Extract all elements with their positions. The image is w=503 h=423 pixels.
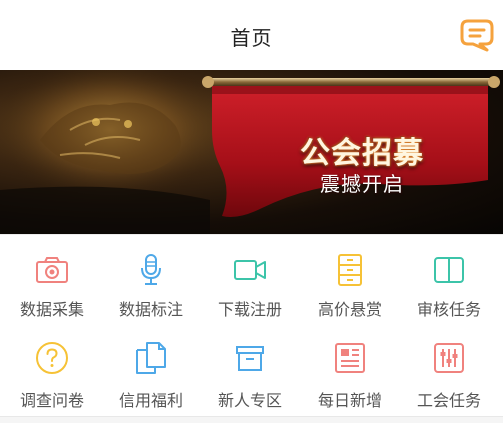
box-icon (236, 346, 264, 371)
section-gap (0, 417, 503, 423)
message-button[interactable] (459, 18, 495, 52)
menu-item-label: 新人专区 (217, 391, 282, 410)
banner-title: 公会招募 (300, 136, 424, 171)
question-icon (36, 342, 68, 374)
feature-menu-grid: 数据采集 数据标注 下载注册 高价悬赏 审核任务 调查问卷 信用福利 新人专区 … (0, 234, 503, 416)
chat-bubble-icon (460, 19, 494, 52)
menu-item-survey[interactable]: 调查问卷 (2, 235, 102, 410)
newspaper-icon (335, 343, 365, 373)
banner-subtitle: 震撼开启 (320, 172, 404, 196)
menu-item-guild-task[interactable]: 工会任务 (399, 235, 499, 410)
menu-item-label: 调查问卷 (19, 391, 84, 410)
documents-icon (136, 342, 166, 374)
menu-item-label: 每日新增 (317, 391, 382, 410)
top-header: 首页 (0, 0, 503, 70)
guild-recruit-banner[interactable]: 公会招募 震撼开启 (0, 70, 503, 234)
page-title: 首页 (230, 26, 273, 50)
menu-item-newcomer-zone[interactable]: 新人专区 (200, 235, 300, 410)
menu-item-daily-new[interactable]: 每日新增 (300, 235, 400, 410)
menu-item-label: 信用福利 (118, 391, 183, 410)
menu-item-credit-welfare[interactable]: 信用福利 (101, 235, 201, 410)
menu-item-label: 工会任务 (416, 391, 481, 410)
sliders-icon (434, 343, 464, 373)
